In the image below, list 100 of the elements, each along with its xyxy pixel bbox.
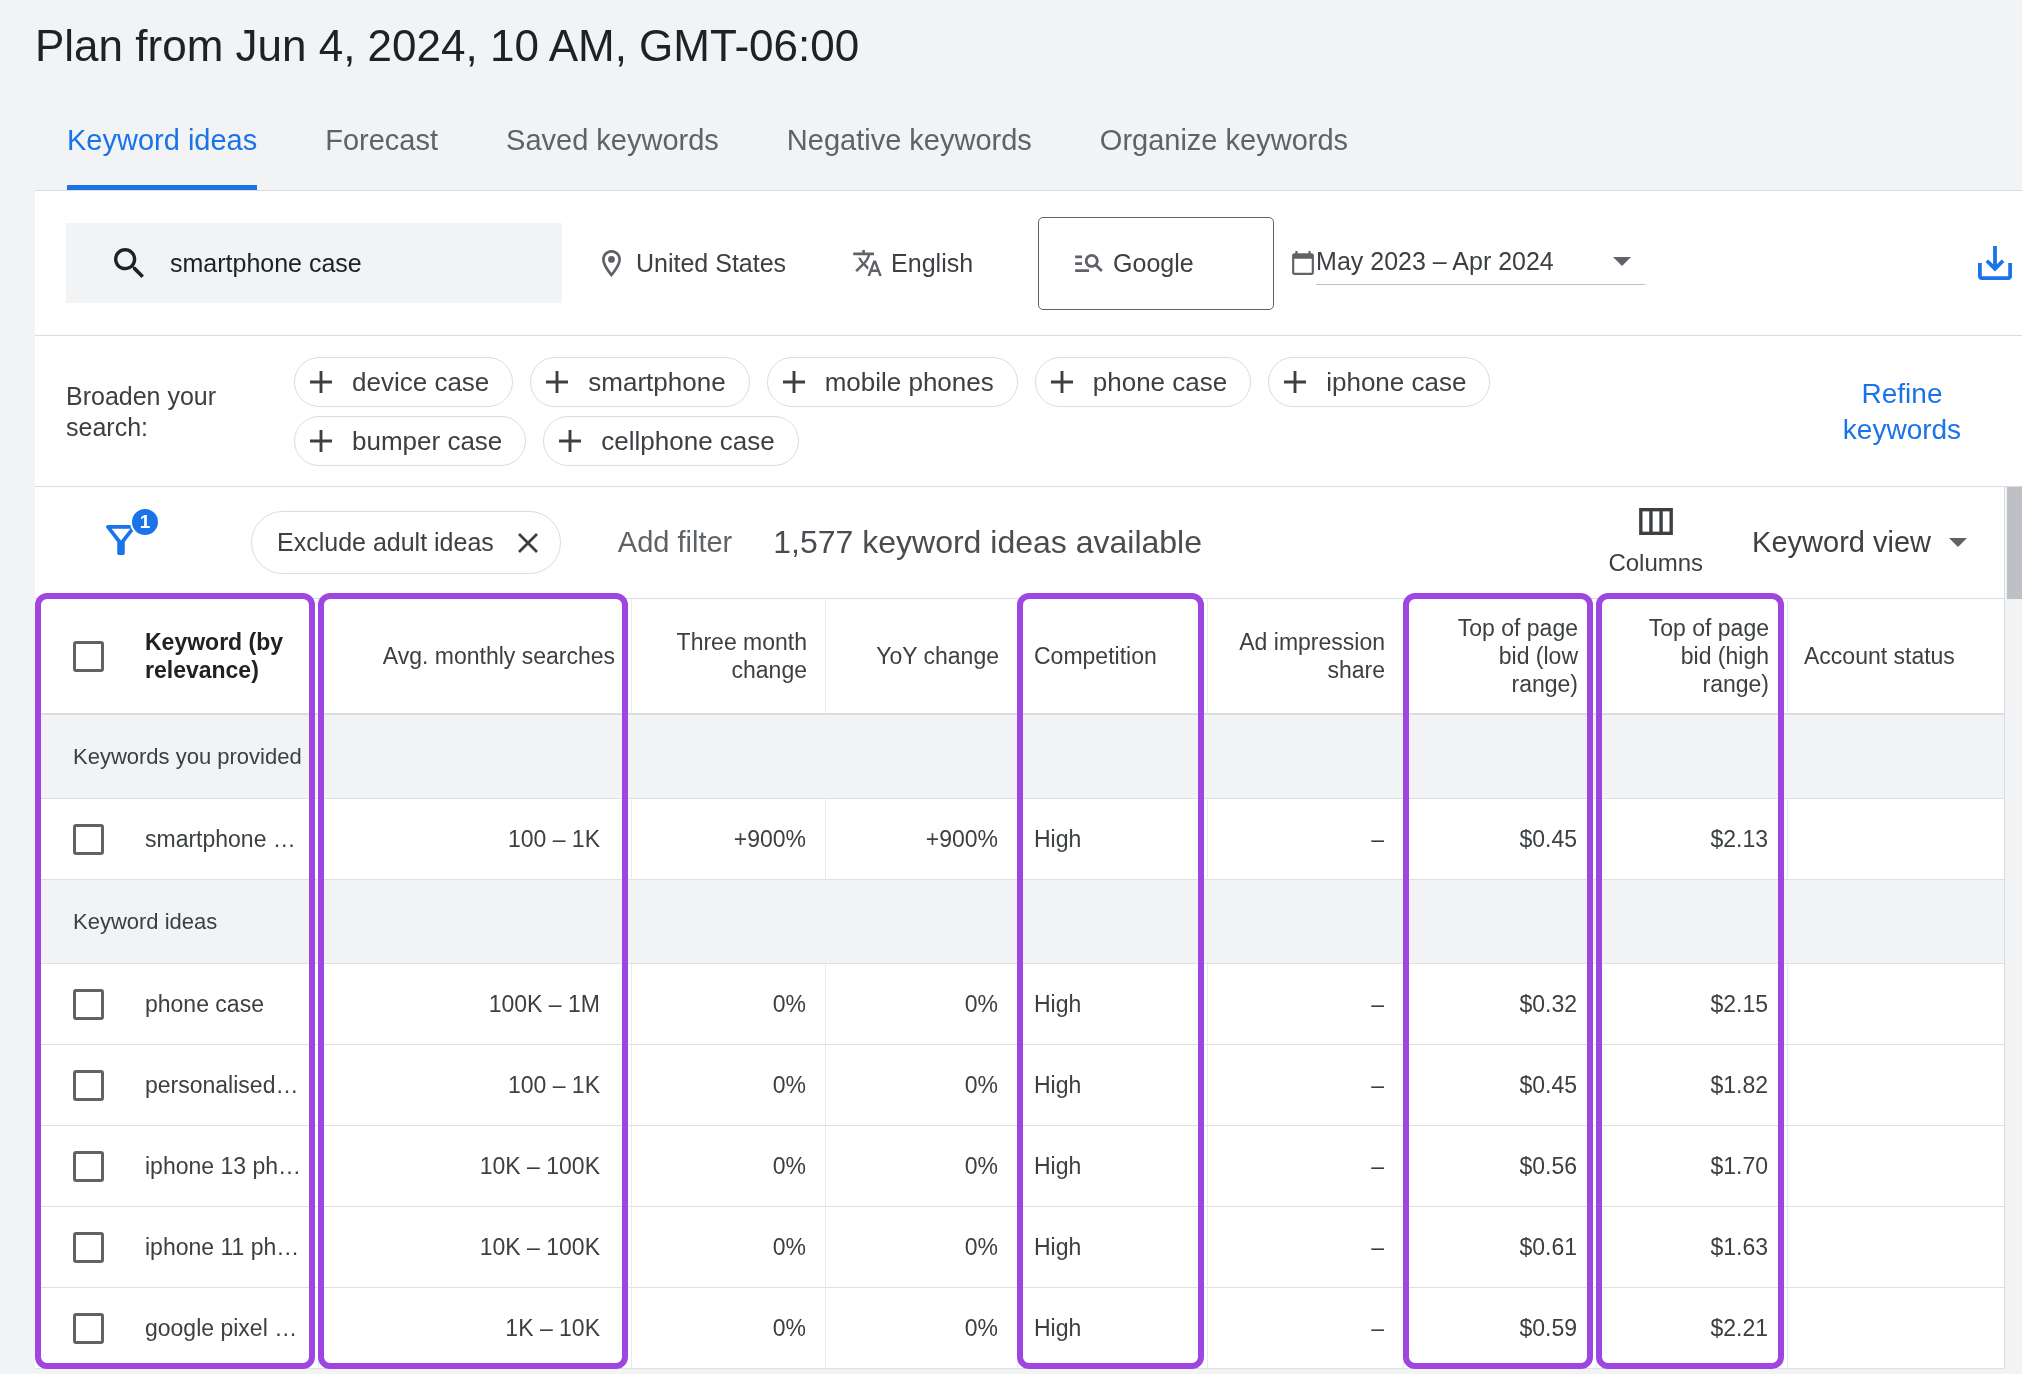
value-text: 10K – 100K: [479, 1233, 600, 1261]
keyword-suggestion-chip[interactable]: phone case: [1034, 357, 1252, 407]
keyword-suggestion-chip[interactable]: cellphone case: [543, 416, 799, 466]
search-icon: [114, 248, 144, 278]
value-text: 0%: [772, 1152, 806, 1180]
checkbox[interactable]: [73, 640, 104, 672]
keyword-text: smartphone …: [145, 825, 296, 853]
keyword-text: iphone 13 ph…: [145, 1152, 301, 1180]
broaden-label: Broaden your search:: [66, 380, 218, 443]
value-text: –: [1371, 1233, 1384, 1261]
filter-icon[interactable]: [106, 524, 136, 556]
keyword-view-dropdown[interactable]: Keyword view: [1752, 526, 1967, 559]
value-text: $1.70: [1710, 1152, 1768, 1180]
column-header: Avg. monthly searches: [382, 642, 615, 670]
keyword-suggestion-chip[interactable]: mobile phones: [766, 357, 1018, 407]
value-text: 1K – 10K: [505, 1314, 600, 1342]
value-text: High: [1034, 990, 1082, 1018]
value-text: $2.15: [1710, 990, 1768, 1018]
keyword-suggestion-chip[interactable]: device case: [294, 357, 514, 407]
value-text: $0.45: [1519, 825, 1577, 853]
value-text: 10K – 100K: [479, 1152, 600, 1180]
checkbox[interactable]: [73, 988, 104, 1020]
keyword-suggestion-chip[interactable]: bumper case: [294, 416, 527, 466]
filter-chip[interactable]: Exclude adult ideas: [251, 511, 561, 574]
caret-icon: [1613, 257, 1632, 266]
value-text: –: [1371, 825, 1384, 853]
column-header: Top of page bid (low range): [1456, 614, 1578, 698]
plus-icon: [559, 430, 582, 452]
value-text: +900%: [733, 825, 806, 853]
download-icon[interactable]: [1978, 246, 2012, 280]
plus-icon: [1284, 371, 1307, 393]
columns-button[interactable]: Columns: [1608, 508, 1704, 577]
network-selector[interactable]: Google: [1038, 216, 1275, 310]
column-header: Three month change: [675, 628, 807, 684]
value-text: 0%: [964, 1152, 998, 1180]
value-text: –: [1371, 1314, 1384, 1342]
column-header: Ad impression share: [1238, 628, 1385, 684]
value-text: 0%: [964, 1071, 998, 1099]
close-icon[interactable]: [517, 532, 538, 553]
value-text: 100 – 1K: [507, 1071, 600, 1099]
value-text: High: [1034, 1233, 1082, 1261]
section-label: Keywords you provided: [73, 743, 302, 770]
plus-icon: [782, 371, 805, 393]
column-header: Competition: [1034, 642, 1157, 670]
keyword-text: personalised…: [145, 1071, 299, 1099]
value-text: High: [1034, 1314, 1082, 1342]
value-text: –: [1371, 1071, 1384, 1099]
scrollbar-track[interactable]: [2005, 487, 2022, 1369]
search-field[interactable]: smartphone case: [66, 223, 562, 303]
value-text: $1.63: [1710, 1233, 1768, 1261]
checkbox[interactable]: [73, 1312, 104, 1344]
location-selector[interactable]: United States: [602, 248, 787, 278]
date-range-dropdown[interactable]: May 2023 – Apr 2024: [1316, 241, 1646, 285]
value-text: 0%: [772, 1314, 806, 1342]
plus-icon: [546, 371, 569, 393]
value-text: 0%: [964, 1314, 998, 1342]
keyword-text: phone case: [145, 990, 264, 1018]
value-text: 100K – 1M: [488, 990, 600, 1018]
calendar-icon: [1292, 251, 1315, 275]
column-header: Keyword (by relevance): [145, 628, 285, 684]
add-filter-button[interactable]: Add filter: [617, 526, 733, 559]
tab[interactable]: Forecast: [325, 123, 439, 190]
plus-icon: [310, 371, 332, 393]
checkbox[interactable]: [73, 1231, 104, 1263]
value-text: 0%: [964, 990, 998, 1018]
value-text: +900%: [925, 825, 998, 853]
value-text: $0.45: [1519, 1071, 1577, 1099]
value-text: 100 – 1K: [507, 825, 600, 853]
column-header: YoY change: [876, 642, 999, 670]
value-text: $0.61: [1519, 1233, 1577, 1261]
keyword-suggestion-chip[interactable]: iphone case: [1268, 357, 1491, 407]
value-text: $2.21: [1710, 1314, 1768, 1342]
search-list-icon: [1075, 254, 1104, 272]
value-text: High: [1034, 1152, 1082, 1180]
keyword-text: google pixel …: [145, 1314, 298, 1342]
value-text: $0.32: [1519, 990, 1577, 1018]
checkbox[interactable]: [73, 1069, 104, 1101]
tab[interactable]: Saved keywords: [506, 123, 719, 190]
caret-icon: [1949, 538, 1967, 547]
scrollbar-thumb[interactable]: [2007, 487, 2022, 599]
value-text: –: [1371, 1152, 1384, 1180]
language-selector[interactable]: English: [853, 248, 974, 278]
column-header: Top of page bid (high range): [1647, 614, 1769, 698]
value-text: 0%: [772, 1071, 806, 1099]
location-pin-icon: [602, 249, 621, 277]
keyword-suggestion-chip[interactable]: smartphone: [530, 357, 750, 407]
value-text: High: [1034, 825, 1082, 853]
tab[interactable]: Organize keywords: [1099, 123, 1349, 190]
result-count: 1,577 keyword ideas available: [773, 524, 1202, 561]
search-input[interactable]: smartphone case: [170, 248, 470, 278]
tab[interactable]: Negative keywords: [786, 123, 1032, 190]
columns-icon: [1638, 508, 1673, 535]
value-text: –: [1371, 990, 1384, 1018]
value-text: $2.13: [1710, 825, 1768, 853]
checkbox[interactable]: [73, 823, 104, 855]
value-text: 0%: [772, 1233, 806, 1261]
column-header: Account status: [1804, 642, 1955, 670]
refine-keywords-link[interactable]: Refine keywords: [1827, 375, 1977, 448]
value-text: 0%: [772, 990, 806, 1018]
checkbox[interactable]: [73, 1150, 104, 1182]
